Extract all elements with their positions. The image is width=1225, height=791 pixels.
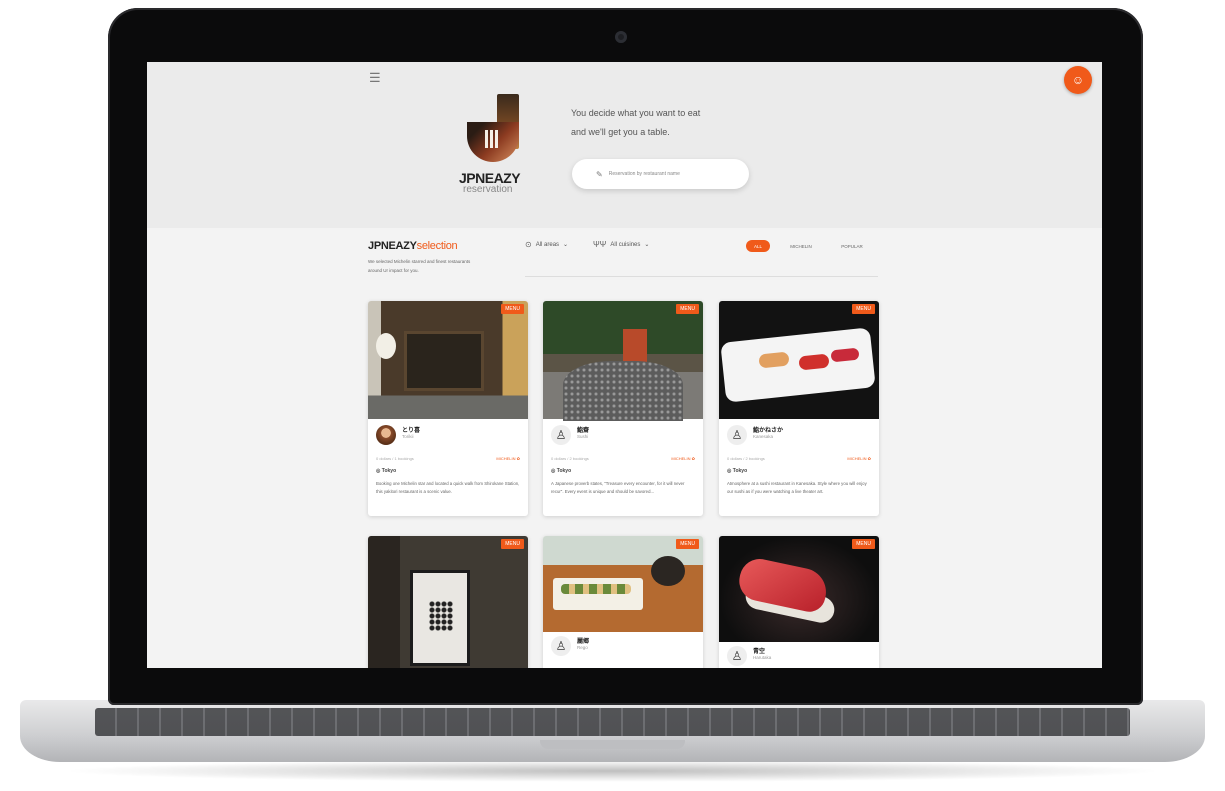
pencil-icon: ✎: [596, 169, 603, 179]
restaurant-photo: [368, 301, 528, 419]
restaurant-photo: [719, 536, 879, 642]
selection-description: We selected Michelin starred and finest …: [368, 259, 471, 273]
restaurant-name: 鮨かねさか: [753, 428, 784, 434]
restaurant-name: 青空: [753, 649, 766, 655]
chef-icon: ♙: [727, 425, 747, 445]
location-label: Tokyo: [381, 468, 397, 474]
restaurant-description: Atmosphere at a sushi restaurant in Kane…: [727, 481, 867, 494]
restaurant-description: A Japanese proverb states, "Treasure eve…: [551, 481, 685, 494]
menu-badge[interactable]: MENU: [501, 304, 524, 314]
restaurant-photo: [368, 536, 528, 668]
restaurant-name: 麗郷: [577, 639, 590, 645]
chevron-down-icon: ⌄: [563, 242, 569, 248]
browser-screen: ☰ ☺ JPNEAZY reservation You decide what …: [147, 62, 1102, 668]
brand-logo-icon: [465, 94, 523, 164]
chef-icon: ♙: [727, 646, 747, 666]
restaurant-photo: [543, 301, 703, 421]
menu-badge[interactable]: MENU: [501, 539, 524, 549]
selection-title: JPNEAZYselection: [368, 240, 458, 252]
restaurant-subtitle: Sushi: [577, 434, 589, 439]
hamburger-icon[interactable]: ☰: [369, 70, 381, 86]
laptop-opening-notch: [540, 740, 685, 749]
restaurant-card[interactable]: MENU とり喜 Torikii 0 dollars / 1 bookings …: [368, 301, 528, 516]
location-icon: ⊙: [525, 240, 532, 249]
chef-icon: ♙: [551, 636, 571, 656]
restaurant-subtitle: Rego: [577, 645, 588, 650]
restaurant-photo: [719, 301, 879, 419]
laptop-keyboard: [95, 708, 1130, 736]
michelin-badge: MICHELIN ✿: [671, 456, 695, 461]
area-filter-label: All areas: [535, 241, 560, 248]
restaurant-meta: 0 dollars / 1 bookings: [376, 456, 414, 461]
menu-badge[interactable]: MENU: [852, 304, 875, 314]
restaurant-photo: [543, 536, 703, 632]
chevron-down-icon: ⌄: [644, 242, 650, 248]
area-filter[interactable]: ⊙ All areas ⌄: [525, 240, 568, 249]
filter-divider: [525, 276, 878, 277]
menu-badge[interactable]: MENU: [852, 539, 875, 549]
restaurant-meta: 0 dollars / 2 bookings: [727, 456, 765, 461]
restaurant-location: ◎ Tokyo: [551, 468, 571, 474]
cuisine-filter[interactable]: ΨΨ All cuisines ⌄: [593, 240, 649, 249]
tab-popular[interactable]: POPULAR: [833, 240, 871, 252]
restaurant-subtitle: Torikii: [402, 434, 414, 439]
restaurant-subtitle: Harutaka: [753, 655, 772, 660]
webcam: [615, 31, 627, 43]
location-label: Tokyo: [556, 468, 572, 474]
restaurant-card[interactable]: MENU: [368, 536, 528, 668]
restaurant-card[interactable]: MENU ♙ 麗郷 Rego: [543, 536, 703, 668]
restaurant-name: 鮨齋: [577, 428, 590, 434]
laptop-shadow: [60, 760, 1165, 782]
selection-title-main: JPNEAZY: [368, 240, 417, 252]
restaurant-subtitle: Kanesaka: [753, 434, 774, 439]
tagline-line-2: and we'll get you a table.: [571, 127, 670, 137]
menu-badge[interactable]: MENU: [676, 304, 699, 314]
tagline-line-1: You decide what you want to eat: [571, 108, 701, 118]
tab-all[interactable]: ALL: [746, 240, 770, 252]
hero-header: ☰ ☺ JPNEAZY reservation You decide what …: [147, 62, 1102, 228]
cutlery-icon: ΨΨ: [593, 240, 607, 249]
michelin-badge: MICHELIN ✿: [496, 456, 520, 461]
brand-subtitle: reservation: [463, 184, 513, 195]
restaurant-name: とり喜: [402, 428, 421, 434]
menu-badge[interactable]: MENU: [676, 539, 699, 549]
cuisine-filter-label: All cuisines: [610, 241, 641, 248]
user-icon[interactable]: ☺: [1064, 66, 1092, 94]
restaurant-location: ◎ Tokyo: [376, 468, 396, 474]
tab-michelin[interactable]: MICHELIN: [781, 240, 821, 252]
restaurant-card[interactable]: MENU ♙ 鮨かねさか Kanesaka 0 dollars / 2 book…: [719, 301, 879, 516]
chef-avatar: [376, 425, 396, 445]
restaurant-meta: 0 dollars / 2 bookings: [551, 456, 589, 461]
selection-title-accent: selection: [416, 240, 458, 252]
restaurant-location: ◎ Tokyo: [727, 468, 747, 474]
restaurant-card[interactable]: MENU ♙ 青空 Harutaka: [719, 536, 879, 668]
michelin-badge: MICHELIN ✿: [847, 456, 871, 461]
chef-icon: ♙: [551, 425, 571, 445]
laptop-mockup: ☰ ☺ JPNEAZY reservation You decide what …: [0, 0, 1225, 791]
search-placeholder: Reservation by restaurant name: [608, 171, 680, 177]
tagline: You decide what you want to eat and we'l…: [571, 104, 700, 142]
location-label: Tokyo: [732, 468, 748, 474]
restaurant-search-input[interactable]: ✎ Reservation by restaurant name: [572, 159, 749, 189]
restaurant-card[interactable]: MENU ♙ 鮨齋 Sushi 0 dollars / 2 bookings M…: [543, 301, 703, 516]
restaurant-description: Booking one Michelin star and located a …: [376, 481, 520, 494]
